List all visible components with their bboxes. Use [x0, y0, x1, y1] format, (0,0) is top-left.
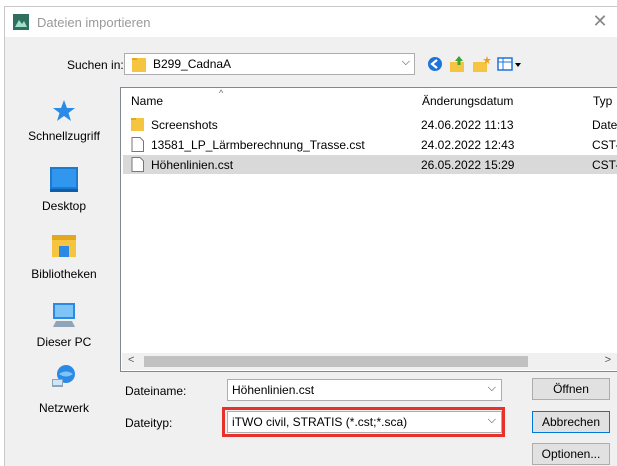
place-label: Desktop — [41, 199, 87, 213]
file-name: Höhenlinien.cst — [151, 158, 234, 172]
folder-icon — [132, 58, 146, 72]
file-list[interactable]: Name ^ Änderungsdatum Typ Screenshots 24… — [120, 87, 617, 372]
title-bar: Dateien importieren ✕ — [5, 7, 617, 37]
scroll-left-icon[interactable]: < — [128, 354, 134, 366]
place-libraries[interactable]: Bibliotheken — [10, 227, 118, 295]
place-label: Schnellzugriff — [28, 129, 100, 143]
file-name: 13581_LP_Lärmberechnung_Trasse.cst — [151, 138, 365, 152]
folder-icon — [131, 118, 144, 131]
new-folder-icon[interactable] — [472, 54, 492, 74]
up-folder-icon[interactable] — [449, 54, 467, 74]
list-item-selected[interactable]: Höhenlinien.cst 26.05.2022 15:29 CST-D — [123, 155, 617, 174]
file-date: 24.02.2022 12:43 — [421, 138, 515, 152]
star-icon — [53, 100, 75, 121]
red-highlight-box — [222, 407, 505, 437]
file-name: Screenshots — [151, 118, 218, 132]
file-type: Datei — [592, 118, 617, 132]
library-icon — [52, 235, 76, 257]
file-icon — [131, 157, 144, 172]
file-type: CST-D — [592, 138, 617, 152]
file-date: 24.06.2022 11:13 — [421, 118, 514, 132]
cancel-button[interactable]: Abbrechen — [532, 411, 610, 433]
options-button[interactable]: Optionen... — [532, 443, 610, 465]
look-in-value: B299_CadnaA — [153, 57, 232, 71]
window-title: Dateien importieren — [37, 15, 151, 30]
open-button[interactable]: Öffnen — [532, 378, 610, 400]
import-dialog: Dateien importieren ✕ Suchen in: B299_Ca… — [4, 6, 617, 466]
filetype-label: Dateityp: — [125, 416, 173, 430]
place-label: Netzwerk — [38, 401, 89, 415]
place-desktop[interactable]: Desktop — [10, 159, 118, 227]
file-icon — [131, 137, 144, 152]
back-icon[interactable] — [426, 54, 444, 74]
sort-ascending-icon: ^ — [219, 88, 224, 98]
filename-label: Dateiname: — [125, 384, 187, 398]
horizontal-scrollbar[interactable]: < > — [122, 353, 617, 370]
close-icon[interactable]: ✕ — [589, 10, 611, 32]
desktop-icon — [50, 167, 78, 192]
file-type: CST-D — [592, 158, 617, 172]
list-item[interactable]: Screenshots 24.06.2022 11:13 Datei — [123, 115, 617, 134]
column-header-date[interactable]: Änderungsdatum — [422, 94, 513, 108]
place-label: Bibliotheken — [31, 267, 97, 281]
place-this-pc[interactable]: Dieser PC — [10, 295, 118, 363]
place-quick-access[interactable]: Schnellzugriff — [10, 87, 118, 159]
scrollbar-thumb[interactable] — [144, 356, 528, 367]
computer-icon — [53, 303, 75, 327]
view-menu-icon[interactable] — [497, 54, 523, 74]
filename-value: Höhenlinien.cst — [232, 383, 315, 397]
network-icon — [52, 365, 75, 387]
column-header-name[interactable]: Name — [131, 94, 163, 108]
list-item[interactable]: 13581_LP_Lärmberechnung_Trasse.cst 24.02… — [123, 135, 617, 154]
chevron-down-icon: ⌵ — [401, 56, 410, 68]
look-in-dropdown[interactable]: B299_CadnaA ⌵ — [124, 53, 415, 75]
place-label: Dieser PC — [36, 335, 92, 349]
filename-input[interactable]: Höhenlinien.cst ⌵ — [227, 379, 502, 401]
look-in-label: Suchen in: — [67, 58, 124, 72]
places-bar: Schnellzugriff Desktop Bibliotheken Dies… — [10, 87, 118, 422]
file-date: 26.05.2022 15:29 — [421, 158, 515, 172]
place-network[interactable]: Netzwerk — [10, 363, 118, 423]
scroll-right-icon[interactable]: > — [605, 354, 611, 366]
chevron-down-icon: ⌵ — [487, 382, 496, 394]
column-header-type[interactable]: Typ — [593, 94, 612, 108]
app-icon — [13, 14, 29, 30]
